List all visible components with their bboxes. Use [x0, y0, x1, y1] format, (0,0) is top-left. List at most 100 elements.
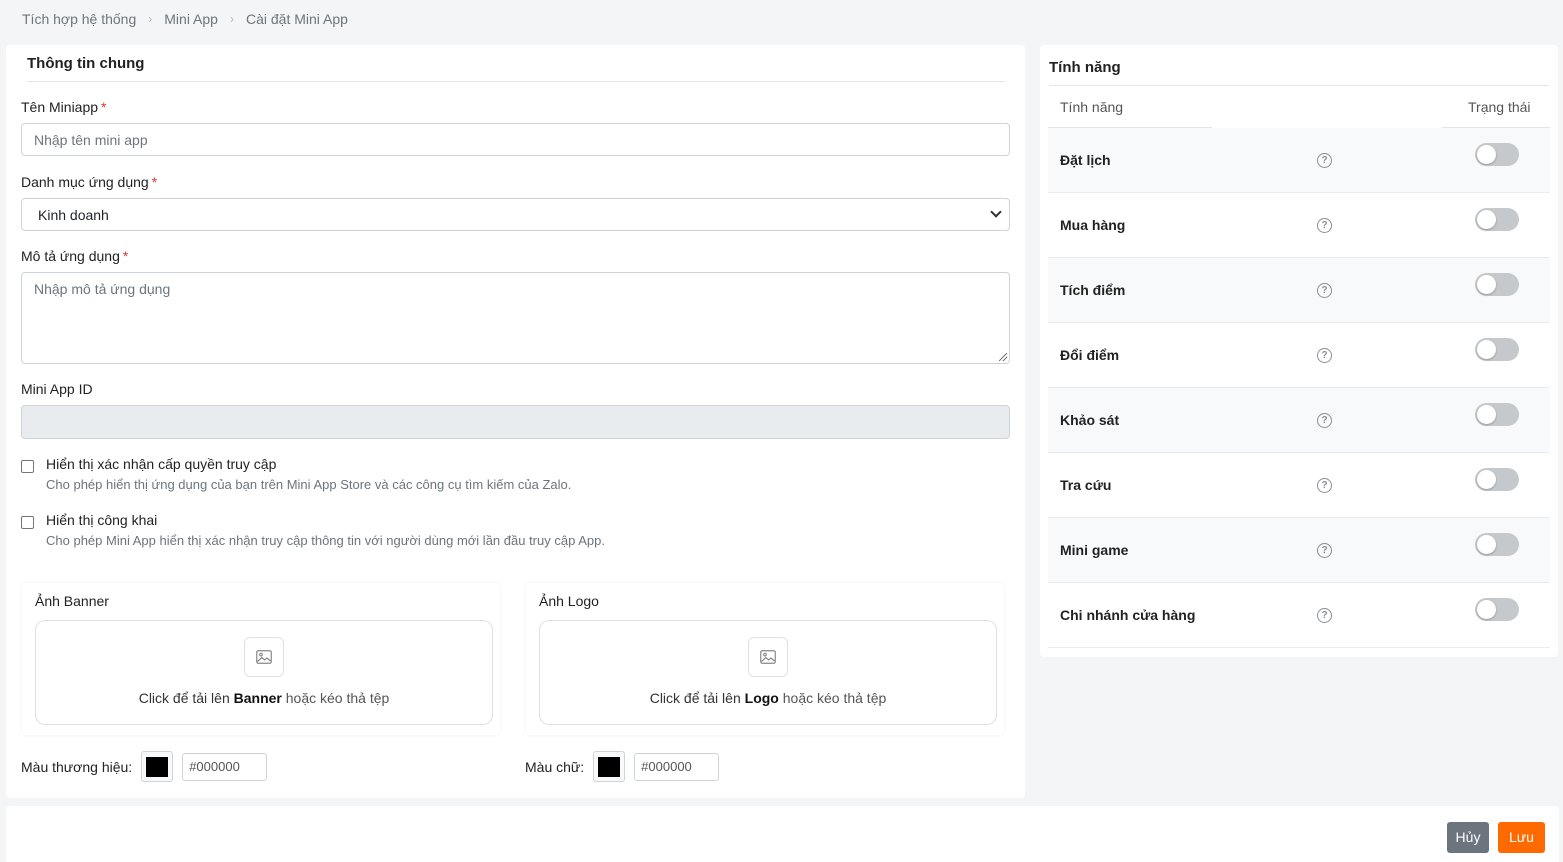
feature-row: Khảo sát ?: [1048, 388, 1550, 453]
feature-toggle[interactable]: [1475, 143, 1519, 166]
text-color-picker[interactable]: [593, 751, 626, 782]
feature-row: Chi nhánh cửa hàng ?: [1048, 583, 1550, 648]
option-description: Cho phép hiển thị ứng dụng của bạn trên …: [46, 477, 572, 492]
option-description: Cho phép Mini App hiển thị xác nhận truy…: [46, 533, 605, 548]
toggle-knob: [1477, 340, 1496, 359]
help-icon[interactable]: ?: [1317, 153, 1332, 168]
app-id-label: Mini App ID: [21, 381, 93, 397]
brand-color-input[interactable]: #000000: [182, 752, 268, 781]
help-icon[interactable]: ?: [1317, 608, 1332, 623]
option-title: Hiển thị công khai: [46, 512, 158, 528]
option-permission-confirm[interactable]: Hiển thị xác nhận cấp quyền truy cập Cho…: [21, 456, 571, 492]
feature-toggle[interactable]: [1475, 533, 1519, 556]
brand-color-label: Màu thương hiệu:: [21, 758, 133, 775]
action-bar: Hủy Lưu: [6, 806, 1559, 862]
feature-name: Đặt lịch: [1060, 152, 1111, 168]
required-mark: *: [122, 248, 129, 264]
breadcrumb-separator-icon: ›: [229, 12, 234, 26]
feature-toggle[interactable]: [1475, 338, 1519, 361]
category-select-value: Kinh doanh: [38, 207, 109, 223]
app-id-field: [21, 405, 1010, 439]
divider: [1049, 85, 1549, 86]
banner-label: Ảnh Banner: [35, 593, 109, 609]
column-header-status: Trạng thái: [1468, 99, 1531, 115]
permission-confirm-checkbox[interactable]: [21, 460, 34, 473]
feature-name: Đổi điểm: [1060, 347, 1120, 363]
general-info-title: Thông tin chung: [27, 55, 145, 72]
logo-label: Ảnh Logo: [539, 593, 599, 609]
image-icon: [244, 637, 284, 677]
breadcrumb-item-mini-app[interactable]: Mini App: [164, 11, 218, 27]
option-title: Hiển thị xác nhận cấp quyền truy cập: [46, 456, 277, 472]
name-label: Tên Miniapp *: [21, 99, 107, 115]
toggle-knob: [1477, 210, 1496, 229]
category-label: Danh mục ứng dụng *: [21, 174, 158, 190]
logo-upload-panel: Ảnh Logo Click để tải lên Logo hoặc kéo …: [526, 583, 1004, 735]
breadcrumb: Tích hợp hệ thống › Mini App › Cài đặt M…: [22, 11, 348, 27]
banner-dropzone[interactable]: Click để tải lên Banner hoặc kéo thả tệp: [35, 620, 493, 725]
option-public-display[interactable]: Hiển thị công khai Cho phép Mini App hiể…: [21, 512, 605, 548]
chevron-down-icon: [990, 206, 1002, 218]
name-input[interactable]: Nhập tên mini app: [21, 123, 1010, 156]
help-icon[interactable]: ?: [1317, 348, 1332, 363]
description-label: Mô tả ứng dụng *: [21, 248, 129, 264]
features-title: Tính năng: [1049, 59, 1121, 76]
breadcrumb-item-settings: Cài đặt Mini App: [245, 11, 348, 27]
feature-row: Đặt lịch ?: [1048, 128, 1550, 193]
toggle-knob: [1477, 145, 1496, 164]
brand-color-row: Màu thương hiệu: #000000: [21, 751, 268, 782]
brand-color-swatch: [146, 756, 169, 777]
breadcrumb-separator-icon: ›: [148, 12, 153, 26]
toggle-knob: [1477, 535, 1496, 554]
feature-name: Mini game: [1060, 542, 1129, 558]
logo-dropzone[interactable]: Click để tải lên Logo hoặc kéo thả tệp: [539, 620, 997, 725]
text-color-swatch: [598, 756, 621, 777]
cancel-button[interactable]: Hủy: [1447, 822, 1489, 853]
public-display-checkbox[interactable]: [21, 516, 34, 529]
category-select[interactable]: Kinh doanh: [21, 198, 1010, 231]
help-icon[interactable]: ?: [1317, 283, 1332, 298]
feature-row: Tích điểm ?: [1048, 258, 1550, 323]
banner-upload-panel: Ảnh Banner Click để tải lên Banner hoặc …: [22, 583, 500, 735]
description-placeholder: Nhập mô tả ứng dụng: [34, 281, 171, 297]
feature-toggle[interactable]: [1475, 468, 1519, 491]
banner-dropzone-text: Click để tải lên Banner hoặc kéo thả tệp: [138, 690, 390, 706]
feature-toggle[interactable]: [1475, 403, 1519, 426]
image-icon: [748, 637, 788, 677]
feature-toggle[interactable]: [1475, 273, 1519, 296]
feature-row: Mini game ?: [1048, 518, 1550, 583]
toggle-knob: [1477, 405, 1496, 424]
description-textarea[interactable]: Nhập mô tả ứng dụng: [21, 272, 1010, 364]
feature-toggle[interactable]: [1475, 598, 1519, 621]
feature-toggle[interactable]: [1475, 208, 1519, 231]
feature-row: Đổi điểm ?: [1048, 323, 1550, 388]
help-icon[interactable]: ?: [1317, 413, 1332, 428]
column-header-feature: Tính năng: [1060, 99, 1124, 115]
text-color-label: Màu chữ:: [525, 758, 585, 775]
feature-name: Chi nhánh cửa hàng: [1060, 607, 1196, 623]
required-mark: *: [101, 99, 107, 115]
toggle-knob: [1477, 470, 1496, 489]
required-mark: *: [151, 174, 158, 190]
logo-dropzone-text: Click để tải lên Logo hoặc kéo thả tệp: [649, 690, 887, 706]
toggle-knob: [1477, 600, 1496, 619]
breadcrumb-item-integration[interactable]: Tích hợp hệ thống: [22, 11, 136, 27]
help-icon[interactable]: ?: [1317, 543, 1332, 558]
feature-name: Tra cứu: [1060, 477, 1112, 493]
general-info-card: Thông tin chung Tên Miniapp * Nhập tên mi…: [6, 45, 1025, 798]
resize-grip-icon[interactable]: [999, 353, 1007, 361]
features-card: Tính năng Tính năng Trạng thái Đặt lịch …: [1040, 45, 1558, 657]
text-color-row: Màu chữ: #000000: [525, 751, 720, 782]
feature-row: Tra cứu ?: [1048, 453, 1550, 518]
divider: [27, 81, 1005, 82]
feature-name: Mua hàng: [1060, 217, 1126, 233]
feature-name: Tích điểm: [1060, 282, 1126, 298]
toggle-knob: [1477, 275, 1496, 294]
feature-row: Mua hàng ?: [1048, 193, 1550, 258]
help-icon[interactable]: ?: [1317, 218, 1332, 233]
text-color-input[interactable]: #000000: [634, 752, 720, 781]
help-icon[interactable]: ?: [1317, 478, 1332, 493]
save-button[interactable]: Lưu: [1498, 822, 1545, 853]
brand-color-picker[interactable]: [141, 751, 174, 782]
feature-name: Khảo sát: [1060, 412, 1120, 428]
